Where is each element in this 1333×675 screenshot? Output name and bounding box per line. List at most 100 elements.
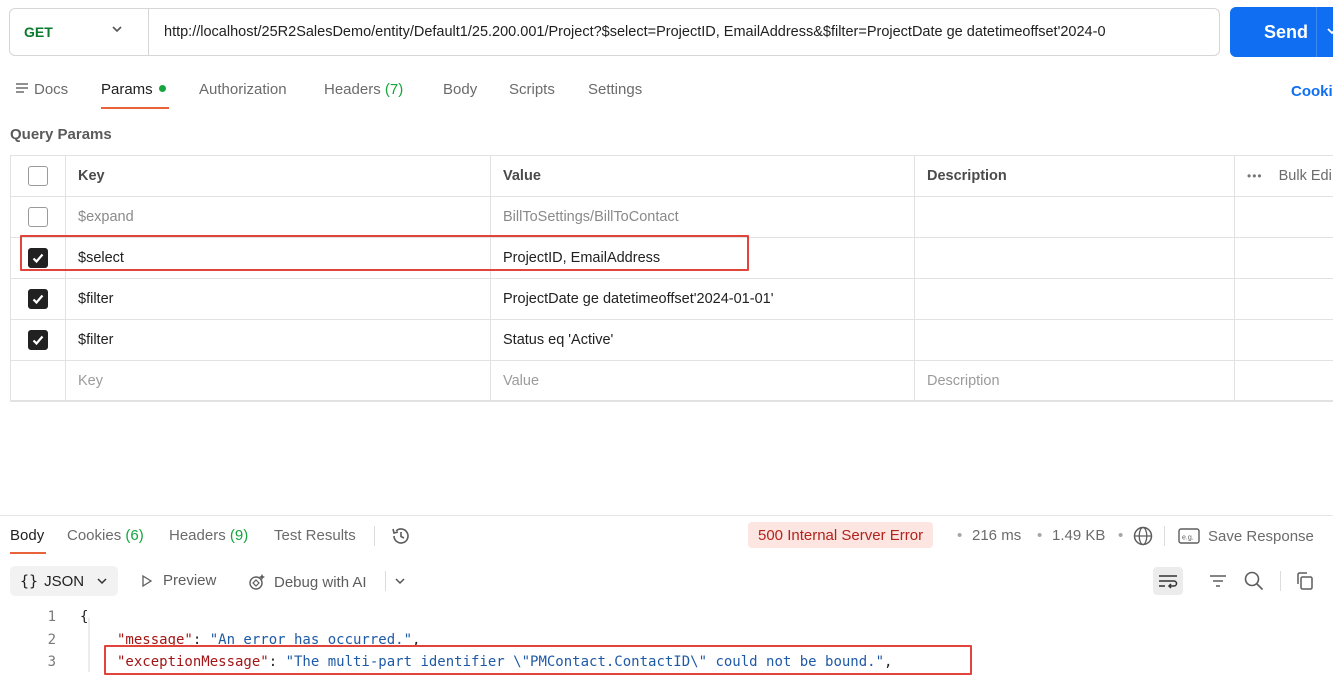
tab-scripts-label: Scripts [509,81,555,98]
response-headers-count: (9) [229,527,249,544]
play-icon [142,574,153,587]
param-description[interactable] [915,278,1235,319]
param-key[interactable]: $filter [66,278,491,319]
response-tab-test-results[interactable]: Test Results [274,527,356,544]
response-tab-indicator [10,552,46,554]
table-row: $filter ProjectDate ge datetimeoffset'20… [10,278,1333,320]
response-tab-cookies-label: Cookies [67,527,122,544]
wrap-icon [1159,575,1178,589]
line-number: 1 [47,609,56,625]
bulk-edit-label: Bulk Edi [1278,167,1332,184]
row-check-cell [10,278,66,319]
divider [1280,571,1281,591]
row-checkbox[interactable] [27,329,48,350]
param-description[interactable] [915,319,1235,360]
chevron-down-icon [112,26,122,33]
response-size[interactable]: 1.49 KB [1052,527,1105,544]
status-badge[interactable]: 500 Internal Server Error [748,522,934,548]
param-description[interactable] [915,237,1235,278]
tab-settings-label: Settings [588,81,643,98]
tab-settings[interactable]: Settings [588,80,642,110]
row-checkbox[interactable] [27,206,48,227]
new-param-row: Key Value Description [10,360,1333,402]
highlight-box [20,235,749,271]
filter-icon[interactable] [1208,571,1228,591]
divider [1164,526,1165,546]
select-all-checkbox[interactable] [27,165,48,186]
globe-icon[interactable] [1132,525,1154,547]
row-check-cell [10,360,66,401]
highlight-box [104,645,972,675]
preview-label: Preview [163,572,217,589]
param-value[interactable]: Status eq 'Active' [491,319,915,360]
cookies-count: (6) [125,527,144,544]
search-icon[interactable] [1243,570,1265,592]
param-value[interactable]: ProjectDate ge datetimeoffset'2024-01-01… [491,278,915,319]
checkmark-icon [32,294,43,304]
table-header-row: Key Value Description ••• Bulk Edi [10,155,1333,197]
param-key[interactable]: $filter [66,319,491,360]
row-checkbox[interactable] [27,288,48,309]
tab-docs[interactable]: Docs [15,80,68,110]
response-divider [0,515,1333,516]
response-time[interactable]: 216 ms [972,527,1021,544]
dot-separator: • [957,527,963,544]
param-description[interactable] [915,196,1235,237]
response-tab-headers[interactable]: Headers (9) [169,527,248,544]
new-key-input[interactable]: Key [66,360,491,401]
headers-count: (7) [384,81,404,98]
debug-with-ai-button[interactable]: Debug with AI [247,572,367,592]
active-tab-indicator [101,107,169,109]
tab-headers[interactable]: Headers (7) [324,80,403,110]
tab-scripts[interactable]: Scripts [509,80,555,110]
new-value-input[interactable]: Value [491,360,915,401]
braces-icon: {} [20,572,39,590]
preview-button[interactable]: Preview [140,572,216,589]
send-button[interactable]: Send [1230,7,1333,57]
line-number: 3 [47,654,56,670]
save-response-label: Save Response [1208,527,1314,545]
table-row: $expand BillToSettings/BillToContact [10,196,1333,238]
param-key[interactable]: $expand [66,196,491,237]
request-tabs: Docs Params Authorization Headers (7) Bo… [0,80,1333,114]
divider [385,571,386,591]
column-header-key: Key [66,155,491,196]
tab-docs-label: Docs [34,81,69,98]
dot-separator: • [1037,527,1043,544]
send-divider [1316,7,1317,57]
chevron-down-icon[interactable] [394,575,406,587]
url-input[interactable]: http://localhost/25R2SalesDemo/entity/De… [149,24,1214,40]
new-description-input[interactable]: Description [915,360,1235,401]
row-check-cell [10,319,66,360]
modified-dot [158,85,166,92]
row-check-cell [10,196,66,237]
dot-separator: • [1118,527,1124,544]
response-tab-cookies[interactable]: Cookies (6) [67,527,144,544]
tab-body[interactable]: Body [443,80,477,110]
column-header-value: Value [491,155,915,196]
cookies-link[interactable]: Cooki [1291,83,1333,100]
param-value[interactable]: BillToSettings/BillToContact [491,196,915,237]
response-tab-headers-label: Headers [169,527,226,544]
wrap-lines-button[interactable] [1153,567,1183,595]
chevron-down-icon[interactable] [1326,24,1333,38]
debug-with-ai-label: Debug with AI [274,573,367,591]
response-tab-body[interactable]: Body [10,527,44,544]
table-row: $filter Status eq 'Active' [10,319,1333,361]
tab-authorization[interactable]: Authorization [199,80,287,110]
method-select[interactable]: GET [10,9,149,55]
format-select[interactable]: {} JSON [10,566,118,596]
query-params-title: Query Params [10,126,112,143]
save-example-icon: e.g. [1178,528,1200,544]
request-bar: GET http://localhost/25R2SalesDemo/entit… [9,8,1220,56]
history-icon[interactable] [390,525,412,547]
tab-params[interactable]: Params [101,80,166,110]
tab-headers-label: Headers [324,81,381,98]
method-label: GET [24,24,53,40]
copy-icon[interactable] [1294,570,1316,592]
more-icon: ••• [1247,168,1263,183]
bulk-edit-button[interactable]: ••• Bulk Edi [1235,155,1333,196]
save-response-button[interactable]: e.g. Save Response [1178,527,1314,545]
divider [374,526,375,546]
line-number: 2 [47,632,56,648]
